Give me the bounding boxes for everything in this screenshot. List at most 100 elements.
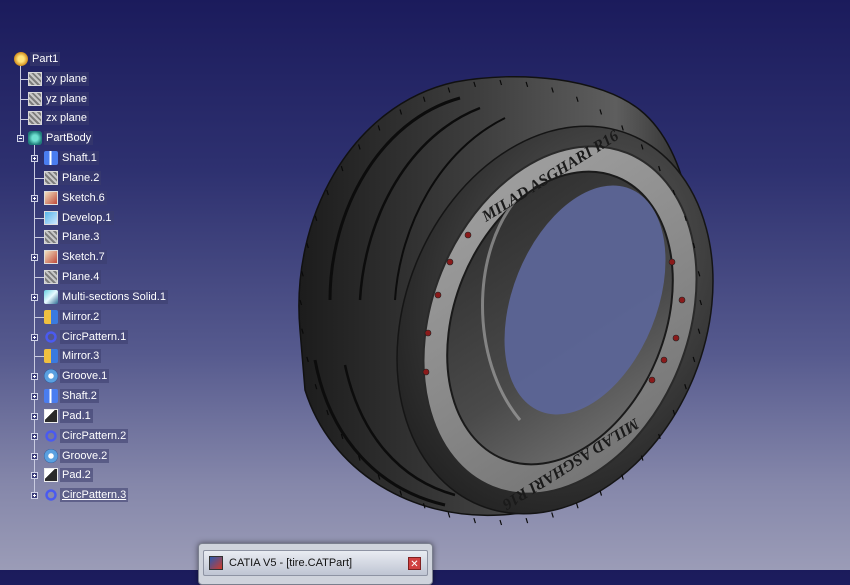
part-icon (14, 52, 28, 66)
tree-node-pad-2[interactable]: Pad.2 (44, 466, 93, 484)
sidewall-ornament (422, 368, 430, 376)
sidewall-ornament (672, 334, 680, 342)
tree-node-label: Multi-sections Solid.1 (60, 290, 168, 304)
tree-node-label: Mirror.2 (60, 310, 102, 324)
catia-app-icon (209, 556, 223, 570)
tree-node-zx-plane[interactable]: zx plane (28, 109, 89, 127)
tree-branch (34, 277, 44, 278)
plane-icon (28, 111, 42, 125)
tread-tick (551, 512, 554, 518)
tree-node-shaft-2[interactable]: Shaft.2 (44, 387, 99, 405)
tree-branch (34, 237, 44, 238)
tree-expand-circpattern-1[interactable] (31, 334, 38, 341)
pad-icon (44, 468, 58, 482)
tree-expand-shaft-1[interactable] (31, 155, 38, 162)
tree-node-groove-2[interactable]: Groove.2 (44, 447, 110, 465)
circular-pattern-icon (44, 330, 58, 344)
tree-node-plane-2[interactable]: Plane.2 (44, 169, 102, 187)
tree-expand-sketch-6[interactable] (31, 195, 38, 202)
tree-collapse-partbody[interactable] (17, 135, 24, 142)
tree-node-partbody[interactable]: PartBody (28, 129, 94, 147)
tread-tick (473, 517, 476, 524)
pad-icon (44, 409, 58, 423)
sidewall-ornament (446, 258, 454, 266)
shaft-icon (44, 151, 58, 165)
circular-pattern-icon (44, 429, 58, 443)
tree-branch (20, 79, 28, 80)
tree-node-plane-3[interactable]: Plane.3 (44, 228, 102, 246)
tree-expand-sketch-7[interactable] (31, 254, 38, 261)
close-icon[interactable]: ✕ (408, 556, 421, 570)
tree-node-label: zx plane (44, 111, 89, 125)
tree-node-circpattern-2[interactable]: CircPattern.2 (44, 427, 129, 445)
tree-node-shaft-1[interactable]: Shaft.1 (44, 149, 99, 167)
mirror-icon (44, 310, 58, 324)
tree-node-label: xy plane (44, 72, 89, 86)
sidewall-ornament (660, 356, 668, 364)
window-title: CATIA V5 - [tire.CATPart] (229, 557, 353, 569)
tree-node-label: Develop.1 (60, 211, 114, 225)
tree-expand-pad-1[interactable] (31, 413, 38, 420)
tread-tick (575, 503, 579, 509)
groove-icon (44, 369, 58, 383)
tree-branch (34, 218, 44, 219)
tree-branch (20, 119, 28, 120)
tree-expand-circpattern-2[interactable] (31, 433, 38, 440)
develop-icon (44, 211, 58, 225)
tree-expand-circpattern-3[interactable] (31, 492, 38, 499)
tree-node-multi-sections-solid-1[interactable]: Multi-sections Solid.1 (44, 288, 168, 306)
tree-node-pad-1[interactable]: Pad.1 (44, 407, 93, 425)
tree-node-label: CircPattern.3 (60, 488, 129, 502)
tree-node-label: PartBody (44, 131, 94, 145)
tree-node-label: Plane.2 (60, 171, 102, 185)
tree-node-mirror-3[interactable]: Mirror.3 (44, 347, 102, 365)
tree-node-label: Sketch.6 (60, 191, 107, 205)
tree-expand-pad-2[interactable] (31, 472, 38, 479)
circular-pattern-icon (44, 488, 58, 502)
tree-node-label: Shaft.2 (60, 389, 99, 403)
tread-tick (525, 517, 529, 524)
tree-node-part1[interactable]: Part1 (14, 50, 61, 68)
groove-icon (44, 449, 58, 463)
tree-node-label: Shaft.1 (60, 151, 99, 165)
tree-node-label: Pad.2 (60, 468, 93, 482)
tread-tick (599, 490, 603, 496)
tree-node-circpattern-1[interactable]: CircPattern.1 (44, 328, 129, 346)
tree-node-develop-1[interactable]: Develop.1 (44, 209, 114, 227)
tread-tick (499, 519, 503, 526)
sidewall-ornament (464, 231, 472, 239)
tree-node-sketch-6[interactable]: Sketch.6 (44, 189, 107, 207)
tree-expand-groove-1[interactable] (31, 373, 38, 380)
tree-node-circpattern-3[interactable]: CircPattern.3 (44, 486, 129, 504)
tree-branch (34, 356, 44, 357)
plane-icon (44, 270, 58, 284)
tree-node-yz-plane[interactable]: yz plane (28, 90, 89, 108)
mirror-icon (44, 349, 58, 363)
tree-node-label: CircPattern.1 (60, 330, 129, 344)
tree-node-mirror-2[interactable]: Mirror.2 (44, 308, 102, 326)
window-title-bar[interactable]: CATIA V5 - [tire.CATPart] ✕ (203, 550, 428, 576)
tree-node-label: Mirror.3 (60, 349, 102, 363)
specification-tree: Part1 xy plane yz plane zx plane PartBod… (0, 0, 300, 520)
tree-node-groove-1[interactable]: Groove.1 (44, 367, 110, 385)
tree-expand-groove-2[interactable] (31, 453, 38, 460)
tree-node-xy-plane[interactable]: xy plane (28, 70, 89, 88)
tree-node-label: Groove.2 (60, 449, 110, 463)
tree-node-label: Groove.1 (60, 369, 110, 383)
body-icon (28, 131, 42, 145)
taskbar-window-thumbnail[interactable]: CATIA V5 - [tire.CATPart] ✕ (198, 543, 433, 585)
plane-icon (28, 92, 42, 106)
sketch-icon (44, 191, 58, 205)
tree-branch (34, 317, 44, 318)
tree-expand-multi-sections-solid-1[interactable] (31, 294, 38, 301)
tree-node-sketch-7[interactable]: Sketch.7 (44, 248, 107, 266)
sketch-icon (44, 250, 58, 264)
tree-node-plane-4[interactable]: Plane.4 (44, 268, 102, 286)
sidewall-ornament (648, 376, 656, 384)
plane-icon (44, 230, 58, 244)
plane-icon (44, 171, 58, 185)
tree-node-label: Plane.4 (60, 270, 102, 284)
multi-section-solid-icon (44, 290, 58, 304)
tree-expand-shaft-2[interactable] (31, 393, 38, 400)
tree-node-label: Part1 (30, 52, 61, 66)
